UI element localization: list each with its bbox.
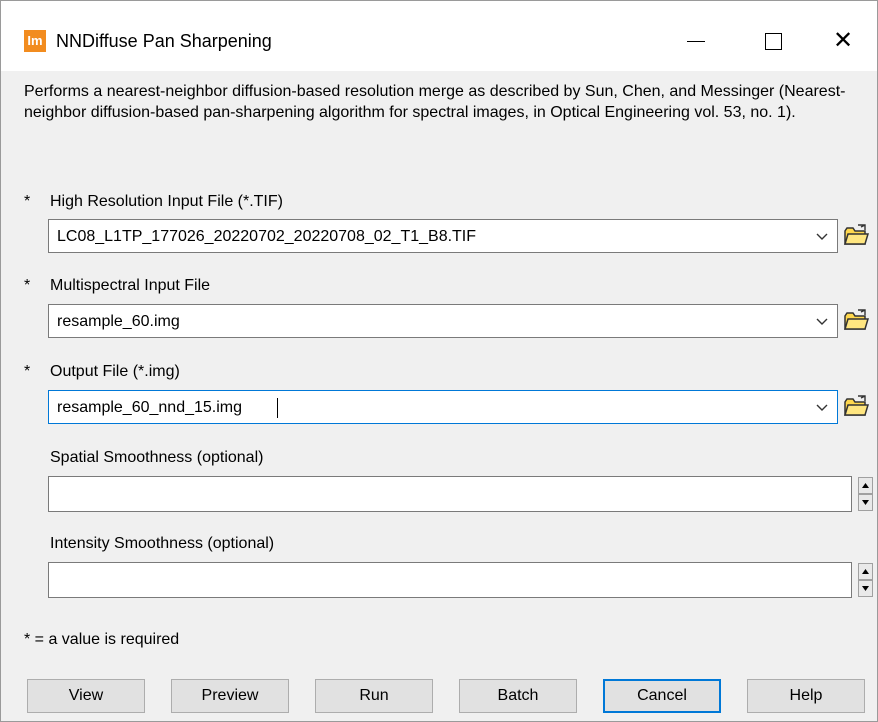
dialog-window: Im NNDiffuse Pan Sharpening ✕ Performs a…: [0, 0, 878, 722]
arrow-down-icon: [862, 500, 869, 505]
open-folder-icon[interactable]: [843, 395, 869, 417]
batch-button[interactable]: Batch: [459, 679, 577, 713]
maximize-icon: [764, 33, 782, 51]
multispectral-value: resample_60.img: [57, 313, 180, 330]
minimize-icon: [687, 41, 705, 43]
intensity-smoothness-input[interactable]: [48, 562, 852, 598]
chevron-down-icon[interactable]: [807, 391, 837, 423]
title-bar[interactable]: Im NNDiffuse Pan Sharpening ✕: [1, 1, 877, 71]
arrow-up-icon: [862, 569, 869, 574]
required-footnote: * = a value is required: [24, 631, 180, 648]
arrow-up-icon: [862, 483, 869, 488]
text-caret: [277, 398, 278, 418]
spin-down-button[interactable]: [858, 580, 873, 597]
preview-button[interactable]: Preview: [171, 679, 289, 713]
cancel-button[interactable]: Cancel: [603, 679, 721, 713]
run-button[interactable]: Run: [315, 679, 433, 713]
output-combo[interactable]: resample_60_nnd_15.img: [48, 390, 838, 424]
spatial-smoothness-spinner[interactable]: [858, 477, 873, 511]
intensity-smoothness-label: Intensity Smoothness (optional): [50, 535, 275, 552]
help-button[interactable]: Help: [747, 679, 865, 713]
output-value: resample_60_nnd_15.img: [57, 399, 243, 416]
required-mark: *: [24, 193, 31, 210]
required-mark: *: [24, 277, 31, 294]
view-button[interactable]: View: [27, 679, 145, 713]
output-label: Output File (*.img): [50, 363, 180, 380]
close-button[interactable]: ✕: [808, 21, 877, 61]
arrow-down-icon: [862, 586, 869, 591]
spin-down-button[interactable]: [858, 494, 873, 511]
open-folder-icon[interactable]: [843, 309, 869, 331]
description-text: Performs a nearest-neighbor diffusion-ba…: [24, 83, 846, 121]
intensity-smoothness-spinner[interactable]: [858, 563, 873, 597]
high-res-label: High Resolution Input File (*.TIF): [50, 193, 283, 210]
chevron-down-icon[interactable]: [807, 220, 837, 252]
high-res-combo[interactable]: LC08_L1TP_177026_20220702_20220708_02_T1…: [48, 219, 838, 253]
spatial-smoothness-input[interactable]: [48, 476, 852, 512]
high-res-value: LC08_L1TP_177026_20220702_20220708_02_T1…: [57, 228, 477, 245]
close-icon: ✕: [832, 27, 854, 54]
chevron-down-icon[interactable]: [807, 305, 837, 337]
spin-up-button[interactable]: [858, 477, 873, 494]
spin-up-button[interactable]: [858, 563, 873, 580]
spatial-smoothness-label: Spatial Smoothness (optional): [50, 449, 264, 466]
open-folder-icon[interactable]: [843, 224, 869, 246]
maximize-button[interactable]: [738, 21, 808, 61]
minimize-button[interactable]: [661, 21, 731, 61]
multispectral-label: Multispectral Input File: [50, 277, 211, 294]
window-title: NNDiffuse Pan Sharpening: [56, 31, 272, 51]
required-mark: *: [24, 363, 31, 380]
app-icon: Im: [24, 30, 46, 52]
multispectral-combo[interactable]: resample_60.img: [48, 304, 838, 338]
